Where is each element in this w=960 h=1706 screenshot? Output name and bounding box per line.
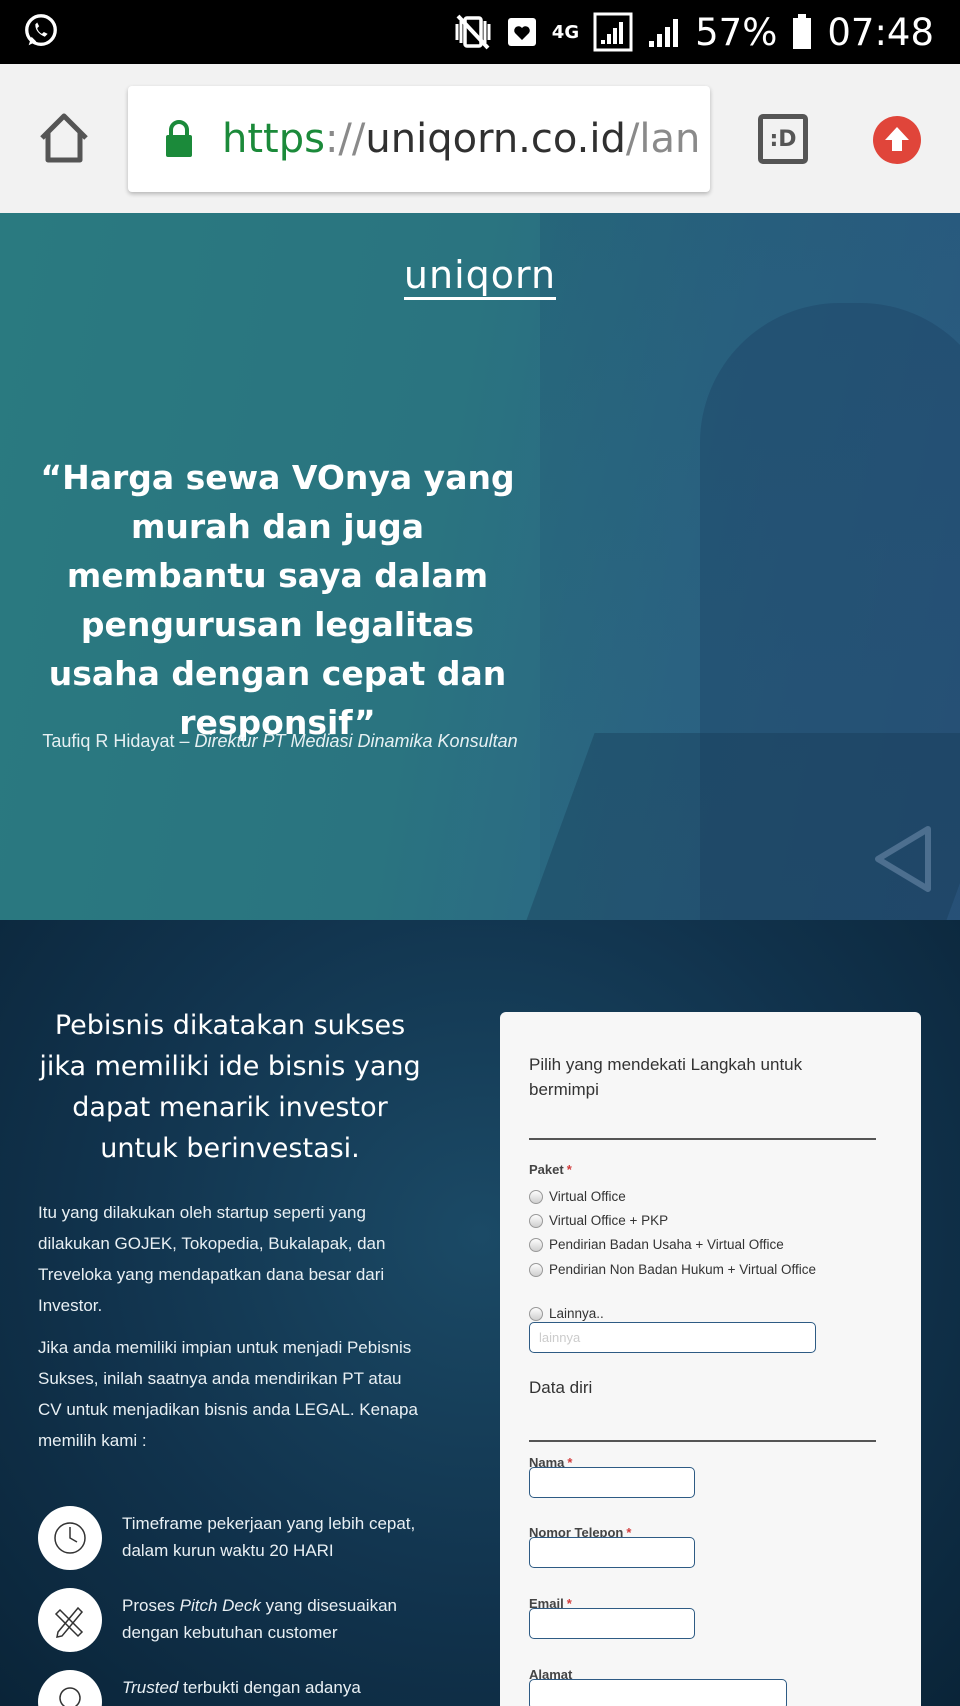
feature-item: Trusted terbukti dengan adanya: [38, 1670, 438, 1706]
radio-button[interactable]: [529, 1214, 543, 1228]
intro-paragraph-2: Jika anda memiliki impian untuk menjadi …: [38, 1338, 418, 1450]
radio-button[interactable]: [529, 1238, 543, 1252]
vibrate-mute-icon: [455, 14, 491, 50]
slider-prev-arrow-icon[interactable]: [872, 823, 934, 895]
email-field[interactable]: [529, 1608, 695, 1639]
whatsapp-icon: [25, 14, 57, 46]
nama-field[interactable]: [529, 1467, 695, 1498]
signal-icon: [593, 12, 633, 52]
radio-button[interactable]: [529, 1190, 543, 1204]
feature-item: Proses Pitch Deck yang disesuaikan denga…: [38, 1588, 438, 1658]
network-type: 4G: [551, 21, 580, 43]
form-divider: [529, 1440, 876, 1442]
bulb-icon: [59, 1687, 81, 1706]
testimonial-hero: uniqorn “Harga sewa VOnya yang murah dan…: [0, 213, 960, 920]
notification-heart-icon: [507, 18, 536, 46]
radio-option-virtual-office-pkp[interactable]: Virtual Office + PKP: [529, 1211, 829, 1230]
form-divider: [529, 1138, 876, 1140]
battery-icon: [793, 14, 812, 49]
paket-label: Paket *: [529, 1162, 572, 1177]
telepon-field[interactable]: [529, 1537, 695, 1568]
reader-mode-button[interactable]: :D: [758, 114, 808, 164]
radio-button[interactable]: [529, 1263, 543, 1277]
signal-2-icon: [649, 19, 679, 47]
intro-paragraph-1: Itu yang dilakukan oleh startup seperti …: [38, 1203, 386, 1315]
home-icon[interactable]: [36, 110, 92, 166]
pencil-ruler-icon: [54, 1606, 84, 1638]
address-bar[interactable]: https://uniqorn.co.id/lan: [128, 86, 710, 192]
section-headline: Pebisnis dikatakan sukses jika memiliki …: [39, 1010, 421, 1164]
data-diri-heading: Data diri: [529, 1378, 593, 1397]
alamat-field[interactable]: [529, 1679, 787, 1706]
feature-item: Timeframe pekerjaan yang lebih cepat, da…: [38, 1506, 438, 1576]
radio-option-lainnya[interactable]: Lainnya..: [529, 1304, 829, 1323]
radio-option-non-badan-hukum[interactable]: Pendirian Non Badan Hukum + Virtual Offi…: [529, 1260, 829, 1279]
signup-form: Pilih yang mendekati Langkah untuk bermi…: [500, 1012, 921, 1706]
clock-time: 07:48: [827, 10, 934, 54]
form-title: Pilih yang mendekati Langkah untuk bermi…: [529, 1055, 803, 1099]
radio-option-badan-usaha[interactable]: Pendirian Badan Usaha + Virtual Office: [529, 1235, 829, 1254]
feature-text: Proses Pitch Deck yang disesuaikan denga…: [122, 1596, 397, 1642]
clock-icon: [54, 1522, 86, 1554]
battery-percent: 57%: [695, 10, 778, 54]
radio-option-virtual-office[interactable]: Virtual Office: [529, 1187, 829, 1206]
lead-section: Pebisnis dikatakan sukses jika memiliki …: [0, 920, 960, 1706]
lainnya-input[interactable]: lainnya: [529, 1322, 816, 1353]
testimonial-quote: “Harga sewa VOnya yang murah dan juga me…: [40, 458, 515, 742]
status-bar: 4G 57% 07:48: [0, 0, 960, 64]
lock-icon: [166, 120, 192, 157]
update-arrow-icon[interactable]: [872, 115, 922, 165]
feature-text: Timeframe pekerjaan yang lebih cepat, da…: [122, 1514, 416, 1560]
browser-toolbar: https://uniqorn.co.id/lan :D: [0, 64, 960, 213]
feature-text: Trusted terbukti dengan adanya: [122, 1678, 361, 1697]
radio-button[interactable]: [529, 1307, 543, 1321]
brand-logo[interactable]: uniqorn: [0, 253, 960, 300]
testimonial-author: Taufiq R Hidayat – Direktur PT Mediasi D…: [42, 731, 518, 751]
url-text: https://uniqorn.co.id/lan: [222, 116, 701, 162]
